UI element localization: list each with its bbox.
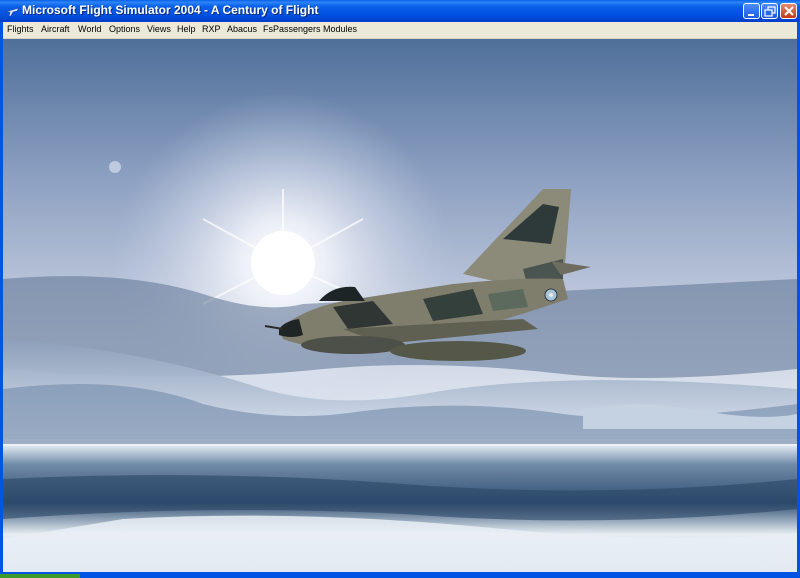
menu-fspassengers[interactable]: FsPassengers [263, 24, 321, 34]
window-bottom-border [0, 572, 800, 578]
menu-help[interactable]: Help [177, 24, 196, 34]
minimize-icon [748, 14, 754, 16]
title-bar[interactable]: Microsoft Flight Simulator 2004 - A Cent… [0, 0, 800, 22]
menu-flights[interactable]: Flights [7, 24, 34, 34]
menu-aircraft[interactable]: Aircraft [41, 24, 70, 34]
menu-rxp[interactable]: RXP [202, 24, 221, 34]
menu-views[interactable]: Views [147, 24, 171, 34]
menu-modules[interactable]: Modules [323, 24, 357, 34]
airplane-icon [4, 7, 20, 17]
menu-bar: Flights Aircraft World Options Views Hel… [3, 22, 797, 39]
menu-abacus[interactable]: Abacus [227, 24, 257, 34]
app-window: Microsoft Flight Simulator 2004 - A Cent… [0, 0, 800, 578]
flight-scene [3, 39, 797, 572]
flight-view[interactable] [3, 39, 797, 572]
window-title: Microsoft Flight Simulator 2004 - A Cent… [22, 3, 319, 17]
close-button[interactable] [780, 3, 797, 19]
minimize-button[interactable] [743, 3, 760, 19]
menu-world[interactable]: World [78, 24, 101, 34]
maximize-icon [764, 6, 776, 17]
taskbar-start-edge [0, 574, 80, 578]
maximize-button[interactable] [761, 3, 778, 19]
close-icon [784, 6, 794, 16]
menu-options[interactable]: Options [109, 24, 140, 34]
